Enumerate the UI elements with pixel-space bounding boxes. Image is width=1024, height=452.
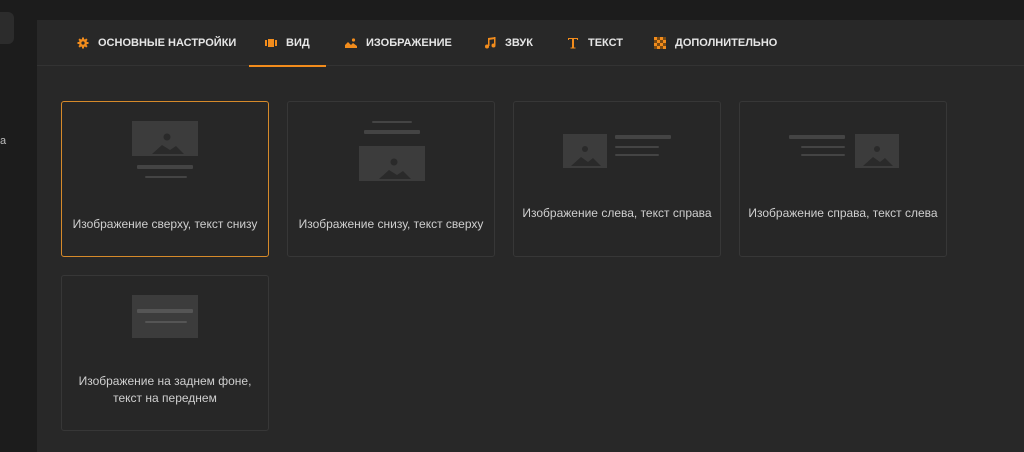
text-icon <box>568 38 578 49</box>
text-line-placeholder <box>801 146 845 148</box>
layout-card-label: Изображение сверху, текст снизу <box>72 217 258 231</box>
image-placeholder-icon <box>132 295 198 338</box>
tab-view[interactable]: ВИД <box>249 20 326 67</box>
image-placeholder-icon <box>359 146 425 181</box>
tab-bar: ОСНОВНЫЕ НАСТРОЙКИ ВИД ИЗОБРАЖЕНИЕ ЗВУК … <box>37 20 1024 67</box>
layout-icon <box>265 39 277 47</box>
image-placeholder-icon <box>563 134 607 168</box>
layout-card-label: Изображение слева, текст справа <box>522 206 712 220</box>
layout-card-label: Изображение справа, текст слева <box>748 206 938 220</box>
tab-image[interactable]: ИЗОБРАЖЕНИЕ <box>345 20 452 66</box>
left-sidebar: а <box>0 0 37 452</box>
sidebar-handle[interactable] <box>0 12 14 44</box>
layout-card-image-bottom[interactable]: Изображение снизу, текст сверху <box>287 101 495 257</box>
gear-icon <box>77 37 89 49</box>
text-line-placeholder <box>789 135 845 139</box>
text-line-placeholder <box>615 146 659 148</box>
text-line-placeholder <box>137 165 193 169</box>
tab-main-settings[interactable]: ОСНОВНЫЕ НАСТРОЙКИ <box>77 20 236 66</box>
tab-sound[interactable]: ЗВУК <box>484 20 533 66</box>
settings-panel: ОСНОВНЫЕ НАСТРОЙКИ ВИД ИЗОБРАЖЕНИЕ ЗВУК … <box>37 20 1024 452</box>
text-line-placeholder <box>364 130 420 134</box>
tab-label: ТЕКСТ <box>588 37 624 49</box>
layout-card-label: Изображение на заднем фоне, текст на пер… <box>62 373 268 407</box>
tab-label: ИЗОБРАЖЕНИЕ <box>366 37 452 49</box>
text-line-placeholder <box>137 309 193 313</box>
layout-card-image-top[interactable]: Изображение сверху, текст снизу <box>61 101 269 257</box>
layout-card-label: Изображение снизу, текст сверху <box>298 217 484 231</box>
tab-advanced[interactable]: ДОПОЛНИТЕЛЬНО <box>654 20 777 66</box>
sidebar-text-fragment: а <box>0 135 7 147</box>
top-strip <box>0 0 1024 20</box>
layout-card-image-right[interactable]: Изображение справа, текст слева <box>739 101 947 257</box>
image-placeholder-icon <box>132 121 198 156</box>
checker-icon <box>654 37 666 49</box>
text-line-placeholder <box>145 321 187 323</box>
text-line-placeholder <box>615 154 659 156</box>
tab-label: ЗВУК <box>505 37 533 49</box>
text-line-placeholder <box>615 135 671 139</box>
text-line-placeholder <box>145 176 187 178</box>
tab-text[interactable]: ТЕКСТ <box>567 20 623 66</box>
tab-label: ДОПОЛНИТЕЛЬНО <box>675 37 778 49</box>
music-note-icon <box>485 37 496 49</box>
tab-label: ВИД <box>286 37 310 49</box>
layout-card-image-left[interactable]: Изображение слева, текст справа <box>513 101 721 257</box>
text-line-placeholder <box>372 121 412 123</box>
image-placeholder-icon <box>855 134 899 168</box>
layout-card-image-background[interactable]: Изображение на заднем фоне, текст на пер… <box>61 275 269 431</box>
tab-label: ОСНОВНЫЕ НАСТРОЙКИ <box>98 37 237 49</box>
label-line: текст на переднем <box>113 391 217 405</box>
image-icon <box>345 38 357 48</box>
text-line-placeholder <box>801 154 845 156</box>
label-line: Изображение на заднем фоне, <box>78 374 252 388</box>
